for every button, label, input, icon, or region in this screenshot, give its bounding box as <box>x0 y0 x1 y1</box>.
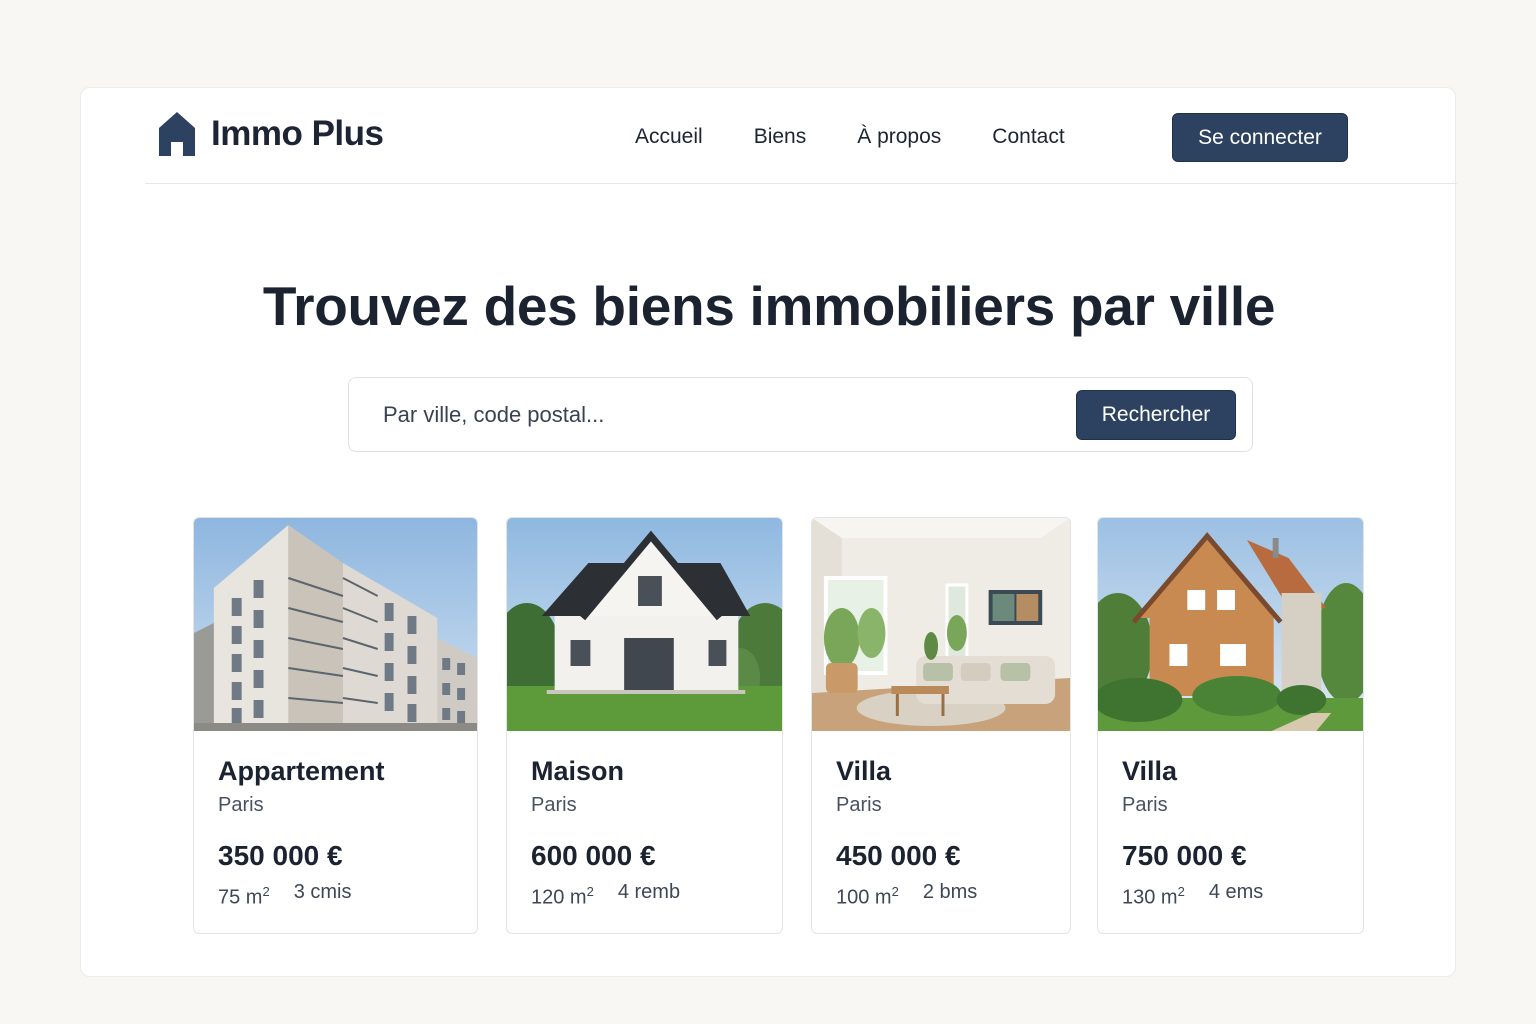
nav-item-accueil[interactable]: Accueil <box>635 124 703 150</box>
listing-type: Villa <box>836 756 892 786</box>
search-bar: Rechercher <box>348 377 1253 452</box>
listing-card[interactable]: Appartement Paris 350 000 € 75 m2 3 cmis <box>193 517 478 934</box>
listing-type: Villa <box>1122 756 1178 786</box>
top-navigation-bar: Immo Plus Accueil Biens À propos Contact… <box>145 88 1457 184</box>
listing-area: 100 m2 <box>836 884 899 909</box>
search-input[interactable] <box>383 396 1063 434</box>
listing-price: 600 000 € <box>531 840 656 871</box>
living-room-photo <box>812 518 1070 731</box>
login-button[interactable]: Se connecter <box>1172 113 1348 162</box>
listing-area: 75 m2 <box>218 884 270 909</box>
listing-rooms: 4 remb <box>617 881 681 903</box>
search-button[interactable]: Rechercher <box>1076 390 1236 440</box>
listing-city: Paris <box>836 794 882 816</box>
listing-city: Paris <box>1122 794 1168 816</box>
listing-details: 100 m2 2 bms <box>836 879 1046 911</box>
browser-window: Immo Plus Accueil Biens À propos Contact… <box>80 87 1457 977</box>
nav-item-biens[interactable]: Biens <box>754 124 807 150</box>
listing-area: 120 m2 <box>531 884 594 909</box>
house-icon <box>159 112 195 156</box>
listing-rooms: 3 cmis <box>293 881 352 903</box>
listing-price: 450 000 € <box>836 840 961 871</box>
listing-card[interactable]: Maison Paris 600 000 € 120 m2 4 remb <box>506 517 783 934</box>
brand-logo[interactable]: Immo Plus <box>157 110 384 158</box>
listing-card[interactable]: Villa Paris 450 000 € 100 m2 2 bms <box>811 517 1071 934</box>
nav-item-contact[interactable]: Contact <box>992 124 1064 150</box>
listing-area: 130 m2 <box>1122 884 1185 909</box>
main-nav: Accueil Biens À propos Contact <box>635 124 1116 150</box>
listing-city: Paris <box>218 794 264 816</box>
listing-details: 75 m2 3 cmis <box>218 879 453 911</box>
brick-house-photo <box>1098 518 1363 731</box>
brand-name: Immo Plus <box>211 114 384 153</box>
white-house-photo <box>507 518 782 731</box>
listing-price: 350 000 € <box>218 840 343 871</box>
apartment-building-photo <box>194 518 477 731</box>
listing-details: 130 m2 4 ems <box>1122 879 1339 911</box>
listing-type: Maison <box>531 756 625 786</box>
listing-rooms: 4 ems <box>1208 881 1264 903</box>
listing-type: Appartement <box>218 756 385 786</box>
nav-item-a-propos[interactable]: À propos <box>857 124 941 150</box>
listing-details: 120 m2 4 remb <box>531 879 758 911</box>
page-title: Trouvez des biens immobiliers par ville <box>262 275 1276 337</box>
listing-card[interactable]: Villa Paris 750 000 € 130 m2 4 ems <box>1097 517 1364 934</box>
listing-rooms: 2 bms <box>922 881 978 903</box>
listing-city: Paris <box>531 794 577 816</box>
listing-price: 750 000 € <box>1122 840 1247 871</box>
